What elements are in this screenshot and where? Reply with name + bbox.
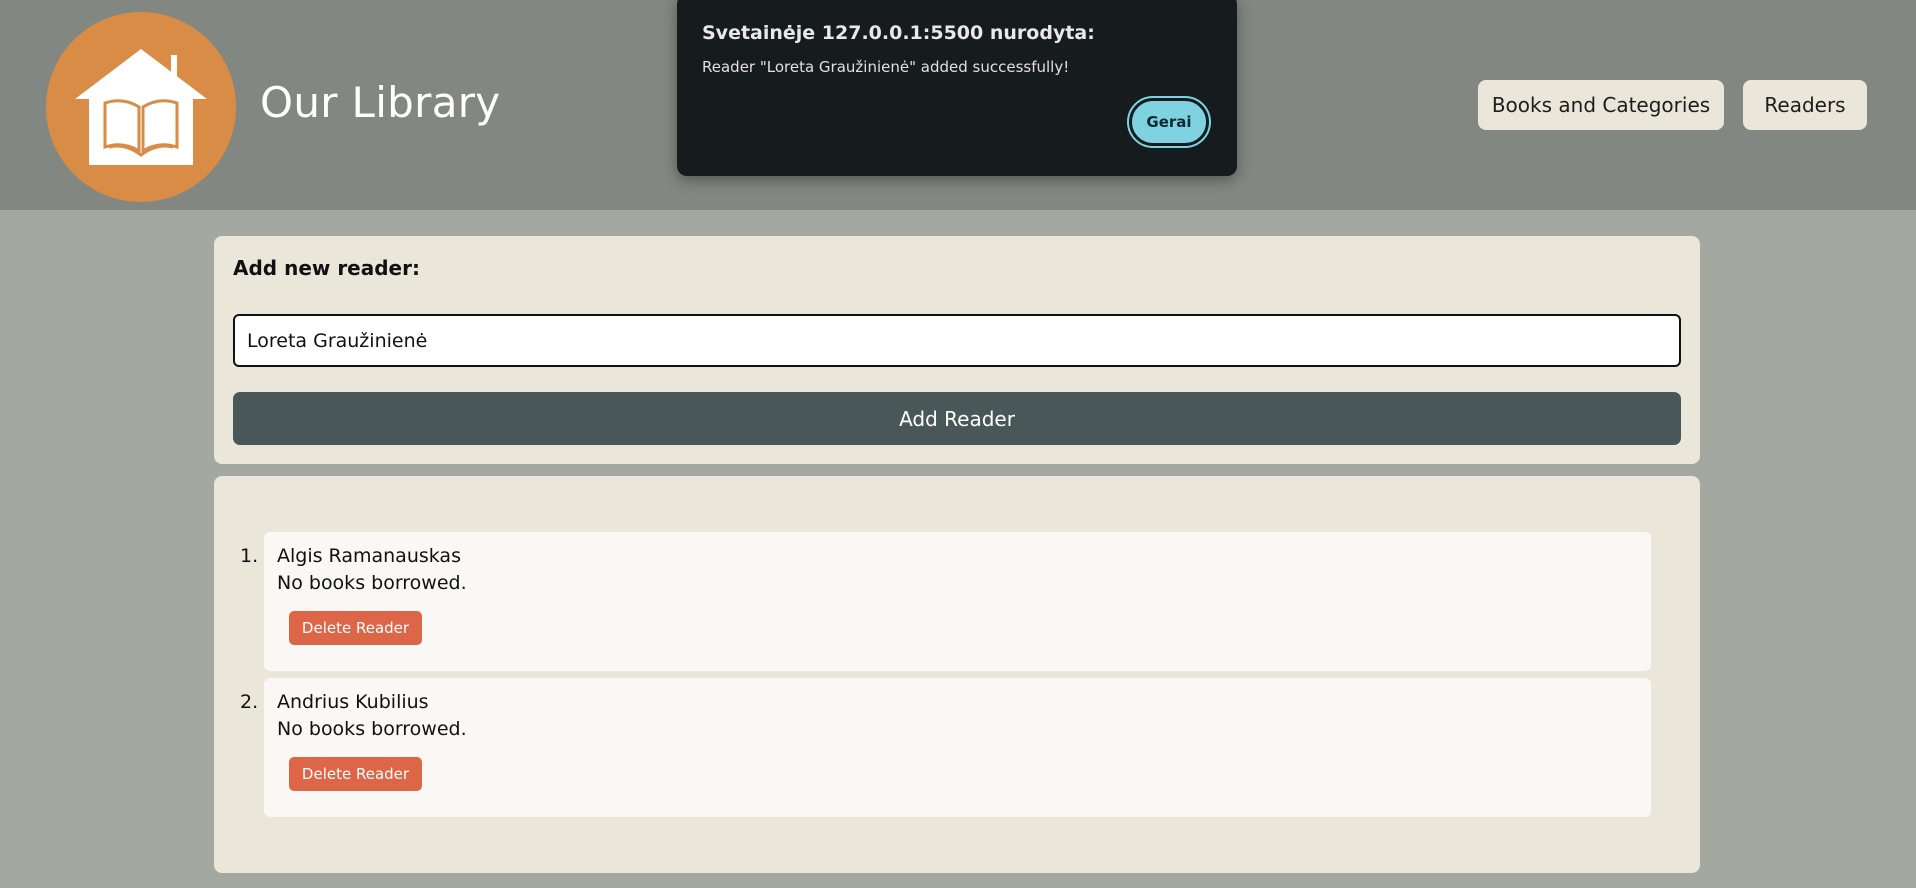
alert-dialog-message: Reader "Loreta Graužinienė" added succes… [702, 58, 1070, 76]
library-logo[interactable] [46, 12, 236, 202]
readers-list: 1. Algis Ramanauskas No books borrowed. … [214, 476, 1700, 873]
delete-reader-button[interactable]: Delete Reader [289, 757, 422, 791]
alert-ok-button[interactable]: Gerai [1127, 96, 1211, 148]
reader-name: Algis Ramanauskas [277, 545, 461, 567]
nav-books-and-categories-button[interactable]: Books and Categories [1478, 80, 1724, 130]
add-reader-form: Add new reader: Add Reader [214, 236, 1700, 464]
delete-reader-button[interactable]: Delete Reader [289, 611, 422, 645]
reader-item: 1. Algis Ramanauskas No books borrowed. … [240, 532, 1651, 671]
site-title: Our Library [260, 78, 501, 127]
reader-number: 2. [240, 691, 259, 713]
reader-number: 1. [240, 545, 259, 567]
house-book-icon [75, 49, 207, 165]
reader-borrow-status: No books borrowed. [277, 718, 467, 740]
add-reader-button[interactable]: Add Reader [233, 392, 1681, 445]
add-reader-label: Add new reader: [233, 256, 420, 280]
reader-borrow-status: No books borrowed. [277, 572, 467, 594]
reader-item: 2. Andrius Kubilius No books borrowed. D… [240, 678, 1651, 817]
reader-name-input[interactable] [233, 314, 1681, 367]
nav-readers-button[interactable]: Readers [1743, 80, 1867, 130]
alert-dialog: Svetainėje 127.0.0.1:5500 nurodyta: Read… [677, 0, 1237, 176]
alert-dialog-title: Svetainėje 127.0.0.1:5500 nurodyta: [702, 22, 1095, 44]
reader-name: Andrius Kubilius [277, 691, 429, 713]
